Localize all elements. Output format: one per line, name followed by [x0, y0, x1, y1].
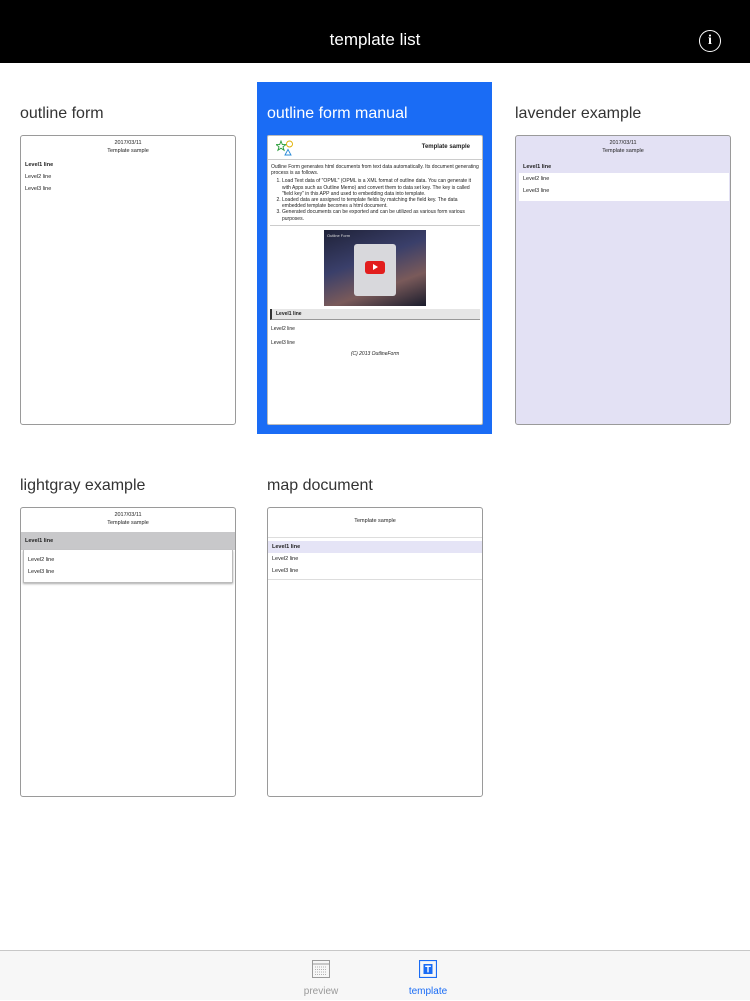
template-cell-outline-form-manual[interactable]: outline form manual Template sample Outl… [257, 82, 492, 434]
preview-icon [312, 960, 330, 978]
template-cell-lightgray-example[interactable]: lightgray example 2017/03/11 Template sa… [20, 454, 255, 806]
template-title: lightgray example [20, 477, 146, 494]
template-title: map document [267, 477, 373, 494]
thumb-level3: Level3 line [271, 339, 295, 346]
manual-step: Generated documents can be exported and … [282, 209, 479, 221]
tab-bar: preview template [0, 950, 750, 1000]
thumb-level1: Level1 line [25, 162, 54, 168]
thumb-level3: Level3 line [25, 186, 52, 192]
video-label: Outline Form [327, 232, 351, 238]
thumb-level2: Level2 line [271, 325, 295, 332]
thumb-level2: Level2 line [272, 556, 299, 562]
manual-step: Load Text data of "OPML" (OPML is a XML … [282, 178, 479, 197]
thumb-date: 2017/03/11 [114, 512, 142, 518]
thumb-title: Template sample [602, 148, 644, 154]
template-cell-lavender-example[interactable]: lavender example 2017/03/11 Template sam… [515, 82, 750, 434]
thumb-level3: Level3 line [28, 569, 55, 575]
thumb-body: Level1 line Level2 line Level3 line [268, 541, 482, 580]
play-icon [365, 260, 385, 274]
page-title: template list [329, 30, 421, 49]
template-thumbnail: Template sample Outline Form generates h… [267, 135, 483, 425]
thumb-title: Template sample [107, 520, 149, 526]
template-title: lavender example [515, 105, 642, 122]
tab-preview[interactable]: preview [281, 951, 361, 1001]
thumb-title: Template sample [107, 148, 149, 154]
template-icon [419, 960, 437, 978]
template-cell-map-document[interactable]: map document Template sample Level1 line… [267, 454, 502, 806]
manual-header: Template sample [268, 136, 482, 160]
template-thumbnail: 2017/03/11 Template sample Level1 line L… [515, 135, 731, 425]
template-title: outline form [20, 105, 104, 122]
video-thumbnail: Outline Form [324, 229, 426, 306]
tab-label: preview [303, 986, 339, 997]
thumb-date: 2017/03/11 [114, 140, 142, 146]
thumb-level1: Level1 line [519, 161, 729, 173]
navigation-bar: template list i [0, 0, 750, 63]
template-cell-outline-form[interactable]: outline form 2017/03/11 Template sample … [20, 82, 255, 434]
manual-footer: (C) 2013 OutlineForm [350, 350, 400, 357]
template-thumbnail: 2017/03/11 Template sample Level1 line L… [20, 135, 236, 425]
manual-intro: Outline Form generates html documents fr… [271, 164, 479, 177]
tab-template[interactable]: template [388, 951, 468, 1001]
thumb-level1: Level1 line [270, 308, 480, 320]
manual-title: Template sample [421, 144, 470, 150]
info-icon[interactable]: i [699, 30, 721, 52]
thumb-date: 2017/03/11 [609, 140, 637, 146]
template-thumbnail: Template sample Level1 line Level2 line … [267, 507, 483, 797]
manual-steps: Load Text data of "OPML" (OPML is a XML … [268, 176, 482, 221]
thumb-body: Level1 line Level2 line Level3 line [519, 161, 729, 201]
thumb-level3: Level3 line [523, 188, 550, 194]
tab-label: template [408, 986, 448, 997]
thumb-title: Template sample [354, 518, 396, 524]
template-title: outline form manual [267, 105, 408, 122]
thumb-level2: Level2 line [28, 557, 55, 563]
template-thumbnail: 2017/03/11 Template sample Level1 line L… [20, 507, 236, 797]
manual-step: Loaded data are assigned to template fie… [282, 197, 479, 209]
thumb-header: Template sample [268, 508, 482, 538]
thumb-level3: Level3 line [272, 568, 299, 574]
outline-form-logo-icon [276, 140, 293, 156]
thumb-level2: Level2 line [523, 176, 550, 182]
thumb-level1: Level1 line [268, 541, 482, 553]
thumb-body: Level2 line Level3 line [23, 550, 233, 583]
thumb-level1: Level1 line [21, 532, 235, 550]
thumb-level2: Level2 line [25, 174, 52, 180]
divider [270, 224, 480, 226]
